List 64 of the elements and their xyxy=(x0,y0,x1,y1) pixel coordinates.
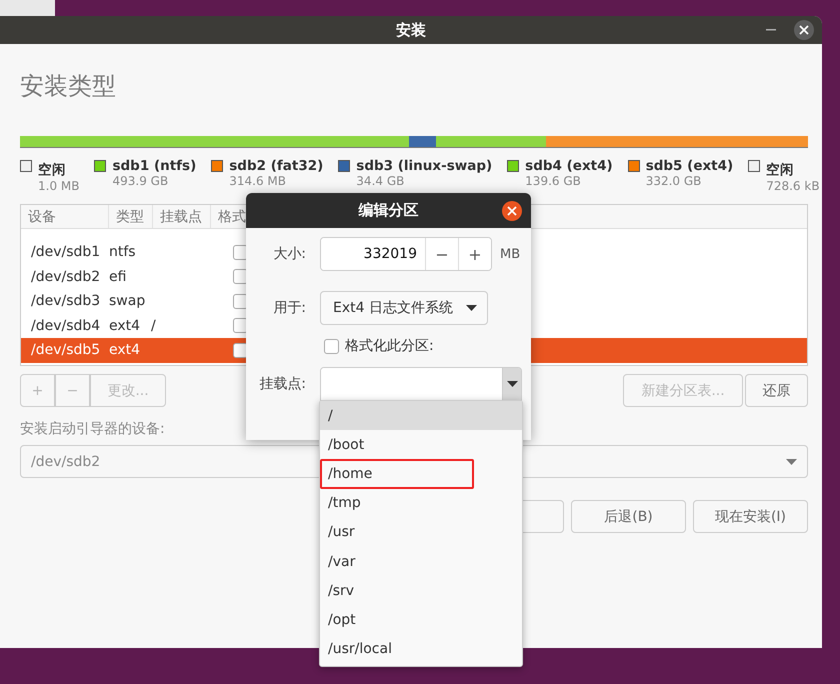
increase-button[interactable]: + xyxy=(458,238,491,270)
page-heading: 安装类型 xyxy=(20,71,117,102)
legend-size: 493.9 GB xyxy=(112,174,170,188)
device-cell[interactable]: /dev/sdb4 xyxy=(21,318,109,334)
column-header[interactable]: 类型 xyxy=(109,205,153,228)
menu-item[interactable]: /usr xyxy=(320,518,522,547)
dialog-title: 编辑分区 xyxy=(358,201,418,220)
column-header[interactable]: 设备 xyxy=(21,205,109,228)
legend-swatch xyxy=(748,160,760,172)
legend-size: 314.6 MB xyxy=(229,174,288,188)
type-cell-text: efi xyxy=(109,268,128,285)
top-panel xyxy=(0,0,55,16)
menu-item[interactable]: /opt xyxy=(320,605,522,634)
caret-icon xyxy=(786,458,797,464)
boot-device-label: 安装启动引导器的设备: xyxy=(20,420,166,439)
format-label: 格式化此分区: xyxy=(345,337,434,355)
unit-label: MB xyxy=(500,246,520,262)
device-cell[interactable]: /dev/sdb3 xyxy=(21,293,109,310)
menu-item[interactable]: /boot xyxy=(320,430,522,460)
menu-item[interactable]: /usr/local xyxy=(320,634,522,664)
type-cell-text: ext4 xyxy=(109,318,142,334)
dialog-button[interactable]: 现在安装(I) xyxy=(693,500,808,533)
table-button[interactable]: 还原 xyxy=(745,374,808,407)
legend-size: 332.0 GB xyxy=(646,174,702,188)
menu-item[interactable]: /var xyxy=(320,546,522,576)
legend-swatch xyxy=(20,160,32,172)
type-cell-text: ntfs xyxy=(109,244,137,260)
device-cell[interactable]: /dev/sdb2 xyxy=(21,268,109,285)
column-header[interactable]: 挂载点 xyxy=(153,205,211,228)
legend-name: sdb3 (linux-swap) xyxy=(356,158,492,174)
size-label: 大小: xyxy=(272,245,307,263)
close-icon[interactable] xyxy=(794,20,814,40)
close-icon xyxy=(507,206,517,216)
minimize-icon[interactable] xyxy=(766,29,776,31)
menu-item[interactable]: /home xyxy=(320,459,474,489)
device-cell[interactable]: /dev/sdb1 xyxy=(21,244,109,260)
dialog-button[interactable]: 后退(B) xyxy=(571,500,686,533)
legend-size: 1.0 MB xyxy=(38,179,80,193)
caret-icon xyxy=(506,381,518,387)
filesystem-dropdown[interactable]: Ext4 日志文件系统 xyxy=(320,291,488,325)
window-title: 安装 xyxy=(396,20,426,40)
format-checkbox[interactable] xyxy=(324,338,339,354)
legend-size: 34.4 GB xyxy=(356,174,406,188)
type-cell-text: ext4 xyxy=(109,342,142,358)
menu-item[interactable]: /srv xyxy=(320,576,522,606)
close-button[interactable] xyxy=(502,201,522,221)
size-spinbox[interactable]: 332019 − + xyxy=(320,237,492,271)
legend-name: 空闲 xyxy=(766,161,796,179)
mount-point-label: 挂载点: xyxy=(258,375,307,393)
legend-size: 139.6 GB xyxy=(525,174,582,188)
type-cell-text: swap xyxy=(109,293,146,310)
device-cell[interactable]: /dev/sdb5 xyxy=(21,342,109,358)
mount-cell-text: / xyxy=(151,318,157,334)
legend-size: 728.6 kB xyxy=(766,179,820,193)
legend-name: 空闲 xyxy=(38,161,67,179)
legend-name: sdb2 (fat32) xyxy=(229,158,324,174)
legend-name: sdb4 (ext4) xyxy=(525,158,613,174)
legend-name: sdb1 (ntfs) xyxy=(112,158,196,174)
mount-point-combo[interactable] xyxy=(320,367,522,401)
menu-item[interactable]: /tmp xyxy=(320,488,522,518)
menu-item[interactable]: / xyxy=(320,401,522,430)
caret-icon xyxy=(466,305,477,311)
legend-name: sdb5 (ext4) xyxy=(646,158,734,174)
use-label: 用于: xyxy=(272,299,307,317)
